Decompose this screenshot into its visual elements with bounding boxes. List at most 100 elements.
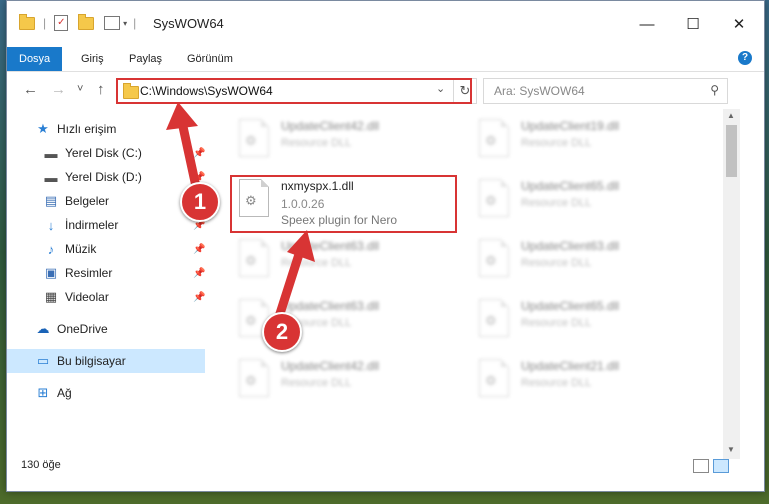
step-2-badge: 2 — [262, 312, 302, 352]
download-icon: ↓ — [47, 217, 55, 233]
file-name: UpdateClient65.dll — [521, 299, 620, 313]
tab-giris[interactable]: Giriş — [69, 47, 116, 71]
computer-icon: ▭ — [36, 353, 50, 368]
sidebar-item-label: OneDrive — [57, 322, 108, 336]
sidebar-item-music[interactable]: ♪ Müzik 📌 — [7, 237, 206, 261]
drive-icon: ▬ — [44, 169, 58, 185]
title-bar: | ✓ ▾ | SysWOW64 — ☐ ✕ — [7, 1, 764, 47]
vertical-scrollbar[interactable]: ▲ ▼ — [723, 109, 740, 459]
sidebar-item-pictures[interactable]: ▣ Resimler 📌 — [7, 261, 206, 285]
sidebar-item-label: İndirmeler — [65, 218, 119, 232]
file-name: UpdateClient19.dll — [521, 119, 620, 133]
star-icon: ★ — [37, 121, 49, 136]
up-button[interactable]: ↑ — [97, 81, 105, 98]
details-view-icon[interactable] — [693, 459, 709, 473]
cloud-icon: ☁ — [36, 321, 50, 336]
sidebar-item-network[interactable]: ⊞ Ağ — [7, 381, 205, 405]
ribbon-tabs: Dosya Giriş Paylaş Görünüm ? — [7, 47, 764, 72]
pin-icon[interactable]: 📌 — [193, 244, 205, 255]
sidebar-item-label: Belgeler — [65, 194, 110, 208]
sidebar-item-this-pc[interactable]: ▭ Bu bilgisayar — [7, 349, 205, 373]
file-item[interactable]: ⚙ UpdateClient63.dll Resource DLL — [231, 233, 451, 289]
sidebar-item-label: Yerel Disk (D:) — [65, 170, 142, 184]
gear-icon: ⚙ — [485, 193, 497, 208]
file-item[interactable]: ⚙ UpdateClient65.dll Resource DLL — [471, 173, 691, 229]
drive-icon: ▬ — [44, 145, 58, 161]
scroll-up-icon[interactable]: ▲ — [727, 111, 735, 120]
gear-icon: ⚙ — [245, 133, 257, 148]
view-options-icon[interactable] — [104, 16, 121, 30]
maximize-button[interactable]: ☐ — [670, 9, 716, 39]
sidebar-item-label: Resimler — [65, 266, 113, 280]
file-highlight — [230, 175, 457, 233]
file-description: Resource DLL — [281, 377, 352, 389]
pictures-icon: ▣ — [44, 265, 58, 280]
video-icon: ▦ — [44, 289, 58, 304]
file-description: Resource DLL — [521, 377, 592, 389]
file-description: Resource DLL — [521, 317, 592, 329]
documents-icon: ▤ — [44, 193, 58, 208]
dll-file-icon: ⚙ — [235, 119, 273, 163]
explorer-window: | ✓ ▾ | SysWOW64 — ☐ ✕ Dosya Giriş Payla… — [6, 0, 765, 492]
new-folder-icon[interactable] — [78, 13, 95, 30]
scroll-down-icon[interactable]: ▼ — [727, 445, 735, 454]
tab-gorunum[interactable]: Görünüm — [175, 47, 245, 71]
forward-button[interactable]: → — [51, 81, 66, 98]
file-name: UpdateClient42.dll — [281, 119, 380, 133]
minimize-button[interactable]: — — [624, 9, 670, 39]
file-name: UpdateClient21.dll — [521, 359, 620, 373]
dll-file-icon: ⚙ — [475, 359, 513, 403]
item-count: 130 öğe — [21, 459, 61, 471]
search-placeholder[interactable]: Ara: SysWOW64 — [494, 84, 585, 98]
file-name: UpdateClient42.dll — [281, 359, 380, 373]
network-icon: ⊞ — [37, 385, 49, 400]
gear-icon: ⚙ — [485, 313, 497, 328]
file-description: Resource DLL — [521, 137, 592, 149]
pin-icon[interactable]: 📌 — [193, 268, 205, 279]
file-item[interactable]: ⚙ UpdateClient21.dll Resource DLL — [471, 353, 691, 409]
dll-file-icon: ⚙ — [475, 179, 513, 223]
sidebar-item-label: Hızlı erişim — [57, 122, 117, 136]
file-description: Resource DLL — [281, 137, 352, 149]
sidebar-item-videos[interactable]: ▦ Videolar 📌 — [7, 285, 206, 309]
customize-toolbar-chevron-icon[interactable]: ▾ — [123, 19, 127, 28]
tab-dosya[interactable]: Dosya — [7, 47, 63, 71]
pin-icon[interactable]: 📌 — [193, 292, 205, 303]
gear-icon: ⚙ — [485, 253, 497, 268]
gear-icon: ⚙ — [245, 313, 257, 328]
large-icons-view-icon[interactable] — [713, 459, 729, 473]
toolbar-divider: | — [43, 16, 47, 30]
file-description: Resource DLL — [521, 257, 592, 269]
sidebar-item-label: Ağ — [57, 386, 72, 400]
back-button[interactable]: ← — [23, 81, 38, 98]
properties-icon[interactable]: ✓ — [54, 15, 69, 31]
sidebar-item-label: Bu bilgisayar — [57, 354, 126, 368]
file-item[interactable]: ⚙ UpdateClient63.dll Resource DLL — [471, 233, 691, 289]
search-icon[interactable]: ⚲ — [710, 83, 719, 97]
dll-file-icon: ⚙ — [475, 119, 513, 163]
gear-icon: ⚙ — [485, 373, 497, 388]
step-1-badge: 1 — [180, 182, 220, 222]
sidebar-item-onedrive[interactable]: ☁ OneDrive — [7, 317, 205, 341]
status-bar: 130 öğe — [7, 459, 764, 491]
toolbar-divider-2: | — [133, 16, 137, 30]
file-item[interactable]: ⚙ UpdateClient42.dll Resource DLL — [231, 113, 451, 169]
sidebar-item-label: Videolar — [65, 290, 109, 304]
file-item[interactable]: ⚙ UpdateClient65.dll Resource DLL — [471, 293, 691, 349]
scroll-thumb[interactable] — [726, 125, 737, 177]
sidebar-item-downloads[interactable]: ↓ İndirmeler 📌 — [7, 213, 206, 237]
dll-file-icon: ⚙ — [475, 239, 513, 283]
file-item[interactable]: ⚙ UpdateClient42.dll Resource DLL — [231, 353, 451, 409]
close-button[interactable]: ✕ — [716, 9, 762, 39]
file-name: UpdateClient65.dll — [521, 179, 620, 193]
gear-icon: ⚙ — [485, 133, 497, 148]
help-icon[interactable]: ? — [738, 51, 752, 65]
recent-locations-button[interactable]: ˅ — [77, 83, 83, 95]
dll-file-icon: ⚙ — [475, 299, 513, 343]
gear-icon: ⚙ — [245, 373, 257, 388]
sidebar-item-label: Yerel Disk (C:) — [65, 146, 142, 160]
file-item[interactable]: ⚙ UpdateClient19.dll Resource DLL — [471, 113, 691, 169]
gear-icon: ⚙ — [245, 253, 257, 268]
search-box[interactable]: Ara: SysWOW64 ⚲ — [483, 78, 728, 104]
tab-paylas[interactable]: Paylaş — [117, 47, 174, 71]
